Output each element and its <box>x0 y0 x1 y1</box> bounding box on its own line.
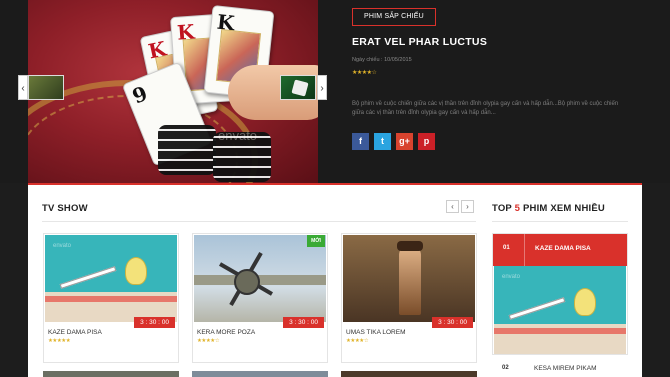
movie-description: Bộ phim về cuộc chiến giữa các vị thần t… <box>352 101 619 116</box>
divider <box>492 221 628 222</box>
carousel-next-button[interactable]: › <box>461 200 474 213</box>
coming-soon-tag[interactable]: PHIM SẮP CHIẾU <box>352 8 436 26</box>
divider <box>42 221 476 222</box>
prev-slide-thumbnail[interactable] <box>28 75 64 100</box>
social-share-bar: f t g+ p <box>352 133 632 150</box>
movie-title[interactable]: ERAT VEL PHAR LUCTUS <box>352 36 632 48</box>
top5-thumbnail[interactable]: envato <box>494 266 626 354</box>
poker-chips <box>158 125 216 175</box>
top5-list-item[interactable]: 02 KESA MIREM PIKAM <box>492 360 628 377</box>
google-plus-icon[interactable]: g+ <box>396 133 413 150</box>
release-date: Ngày chiếu : 10/05/2015 <box>352 57 632 63</box>
chevron-right-icon[interactable]: › <box>317 75 327 100</box>
hero-info-panel: PHIM SẮP CHIẾU ERAT VEL PHAR LUCTUS Ngày… <box>352 5 632 150</box>
duration-badge: 3 : 30 : 00 <box>134 317 175 328</box>
show-rating: ★★★★☆ <box>197 338 220 344</box>
next-slide-thumbnail[interactable] <box>280 75 316 100</box>
watermark-text: envato <box>218 128 258 143</box>
next-row-thumbnail[interactable] <box>43 371 179 377</box>
tv-show-card[interactable]: envato 3 : 30 : 00 KAZE DAMA PISA ★★★★★ <box>43 233 179 363</box>
duration-badge: 3 : 30 : 00 <box>283 317 324 328</box>
release-label: Ngày chiếu : <box>352 57 383 63</box>
show-thumbnail[interactable] <box>343 235 475 322</box>
top5-featured-item[interactable]: 01 KAZE DAMA PISA envato <box>492 233 628 355</box>
show-rating: ★★★★☆ <box>346 338 369 344</box>
main-content: TV SHOW ‹ › envato 3 : 30 : 00 KAZE DAMA… <box>28 185 642 377</box>
show-title[interactable]: UMAS TIKA LOREM <box>346 329 405 336</box>
hero-slider: K K K 9 envato ‹ › PHIM SẮP CHIẾU ERAT V… <box>0 0 670 183</box>
chevron-left-icon[interactable]: ‹ <box>18 75 28 100</box>
facebook-icon[interactable]: f <box>352 133 369 150</box>
hero-poster-image[interactable]: K K K 9 envato <box>28 0 318 183</box>
top5-featured-bar[interactable]: 01 KAZE DAMA PISA <box>493 234 627 266</box>
next-row-thumbnail[interactable] <box>341 371 477 377</box>
twitter-icon[interactable]: t <box>374 133 391 150</box>
next-row-thumbnail[interactable] <box>192 371 328 377</box>
tv-show-card[interactable]: 3 : 30 : 00 UMAS TIKA LOREM ★★★★☆ <box>341 233 477 363</box>
top5-heading: TOP 5 PHIM XEM NHIỀU <box>492 203 605 214</box>
show-rating: ★★★★★ <box>48 338 71 344</box>
star-rating: ★★★★☆ <box>352 70 377 76</box>
pinterest-icon[interactable]: p <box>418 133 435 150</box>
show-title[interactable]: KERA MORE POZA <box>197 329 255 336</box>
show-thumbnail[interactable]: envato <box>45 235 177 322</box>
duration-badge: 3 : 30 : 00 <box>432 317 473 328</box>
rank-number: 01 <box>503 245 510 251</box>
rank-number: 02 <box>502 365 509 371</box>
new-badge: MỚI <box>307 235 325 247</box>
top5-title[interactable]: KESA MIREM PIKAM <box>534 365 597 372</box>
show-title[interactable]: KAZE DAMA PISA <box>48 329 102 336</box>
show-thumbnail[interactable] <box>194 235 326 322</box>
tv-show-heading: TV SHOW <box>42 203 88 214</box>
top5-title[interactable]: KAZE DAMA PISA <box>535 245 591 252</box>
release-date-value: 10/05/2015 <box>384 57 412 63</box>
carousel-prev-button[interactable]: ‹ <box>446 200 459 213</box>
tv-show-card[interactable]: MỚI 3 : 30 : 00 KERA MORE POZA ★★★★☆ <box>192 233 328 363</box>
